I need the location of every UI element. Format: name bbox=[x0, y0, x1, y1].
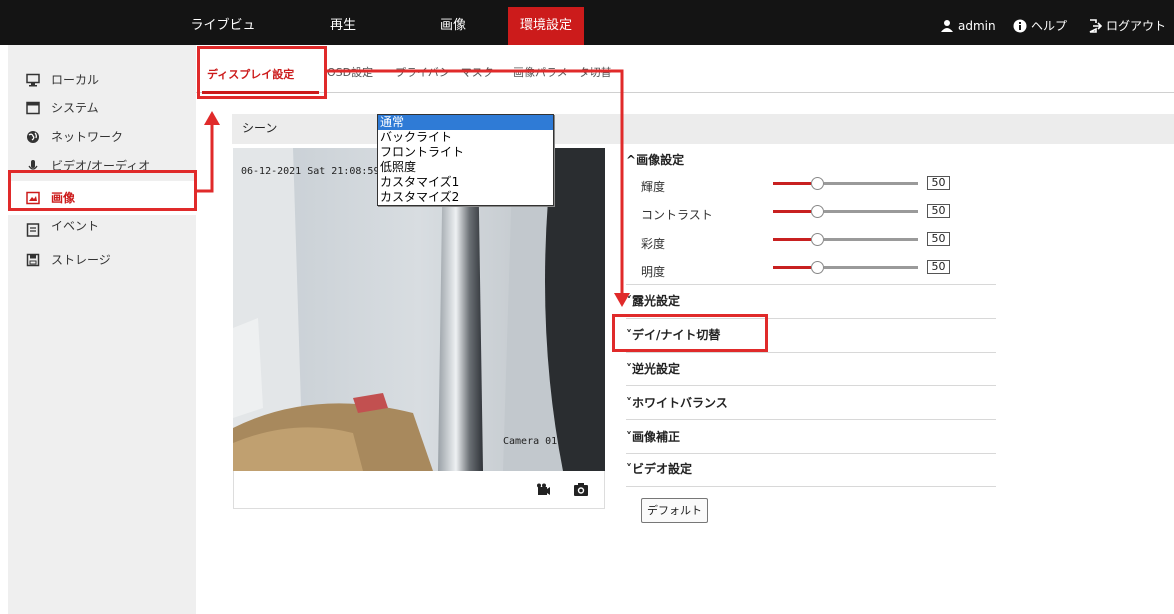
brightness-value[interactable]: 50 bbox=[927, 176, 950, 190]
nav-configuration[interactable]: 環境設定 bbox=[508, 7, 584, 45]
saturation-slider[interactable] bbox=[773, 233, 918, 246]
nav-playback[interactable]: 再生 bbox=[318, 7, 368, 45]
help-label: ヘルプ bbox=[1031, 19, 1068, 33]
contrast-value[interactable]: 50 bbox=[927, 204, 950, 218]
saturation-label: 彩度 bbox=[641, 237, 666, 251]
sidebar-item-label: ローカル bbox=[51, 73, 100, 87]
exposure-settings-header[interactable]: ˅露光設定 bbox=[626, 292, 996, 309]
tab-osd-settings[interactable]: OSD設定 bbox=[327, 58, 373, 92]
window-icon bbox=[26, 101, 40, 115]
image-settings-header[interactable]: ^画像設定 bbox=[626, 151, 996, 168]
annotation-box-display-tab bbox=[197, 46, 327, 99]
sidebar-item-system[interactable]: システム bbox=[8, 93, 196, 123]
sidebar-item-label: ネットワーク bbox=[51, 130, 124, 144]
sharpness-value[interactable]: 50 bbox=[927, 260, 950, 274]
scene-option[interactable]: 低照度 bbox=[378, 160, 553, 175]
white-balance-header[interactable]: ˅ホワイトバランス bbox=[626, 394, 996, 411]
monitor-icon bbox=[26, 73, 40, 87]
video-settings-header[interactable]: ˅ビデオ設定 bbox=[626, 460, 996, 477]
scene-option[interactable]: フロントライト bbox=[378, 145, 553, 160]
sidebar-item-local[interactable]: ローカル bbox=[8, 65, 196, 95]
user-icon bbox=[941, 20, 953, 32]
logout-link[interactable]: ログアウト bbox=[1088, 7, 1166, 45]
sidebar-item-label: システム bbox=[51, 101, 99, 115]
sharpness-label: 明度 bbox=[641, 265, 666, 279]
sidebar-item-label: ストレージ bbox=[51, 253, 111, 267]
sidebar-item-video-audio[interactable]: ビデオ/オーディオ bbox=[8, 151, 196, 171]
brightness-slider[interactable] bbox=[773, 177, 918, 190]
chevron-up-icon: ^ bbox=[626, 153, 637, 167]
annotation-box-image-menu bbox=[8, 170, 197, 211]
sidebar-item-network[interactable]: ネットワーク bbox=[8, 122, 196, 152]
record-icon[interactable] bbox=[535, 483, 551, 497]
scene-option[interactable]: カスタマイズ2 bbox=[378, 190, 553, 205]
scene-option[interactable]: バックライト bbox=[378, 130, 553, 145]
logout-label: ログアウト bbox=[1106, 19, 1167, 33]
backlight-settings-header[interactable]: ˅逆光設定 bbox=[626, 360, 996, 377]
section-divider bbox=[626, 385, 996, 386]
slider-knob[interactable] bbox=[811, 205, 824, 218]
help-link[interactable]: ヘルプ bbox=[1013, 7, 1067, 45]
section-divider bbox=[626, 419, 996, 420]
sidebar-item-label: イベント bbox=[51, 221, 100, 233]
section-divider bbox=[626, 352, 996, 353]
nav-picture[interactable]: 画像 bbox=[428, 7, 478, 45]
section-divider bbox=[626, 486, 996, 487]
osd-camera-name: Camera 01 bbox=[503, 436, 558, 447]
video-toolbar bbox=[233, 471, 605, 509]
scene-label: シーン bbox=[242, 121, 278, 135]
snapshot-icon[interactable] bbox=[573, 482, 589, 497]
top-navigation-bar: ライブビュー 再生 画像 環境設定 admin ヘルプ ログアウト bbox=[0, 0, 1174, 71]
saturation-value[interactable]: 50 bbox=[927, 232, 950, 246]
contrast-slider[interactable] bbox=[773, 205, 918, 218]
scene-option[interactable]: 通常 bbox=[378, 115, 553, 130]
logout-icon bbox=[1089, 19, 1103, 33]
sidebar-item-storage[interactable]: ストレージ bbox=[8, 245, 196, 275]
contrast-label: コントラスト bbox=[641, 208, 713, 222]
scene-bar: シーン bbox=[232, 114, 1174, 144]
disk-icon bbox=[26, 253, 40, 267]
list-icon bbox=[26, 223, 40, 237]
nav-live-view[interactable]: ライブビュー bbox=[190, 7, 256, 71]
globe-icon bbox=[27, 131, 39, 143]
sidebar-item-label: ビデオ/オーディオ bbox=[51, 159, 151, 171]
sidebar: ローカル システム ネットワーク ビデオ/オーディオ 画像 イベント ストレージ bbox=[8, 45, 196, 614]
section-divider bbox=[626, 284, 996, 285]
sidebar-item-event[interactable]: イベント bbox=[8, 221, 196, 237]
tab-privacy-mask[interactable]: プライバシーマスク bbox=[395, 58, 494, 92]
annotation-box-day-night bbox=[612, 314, 768, 352]
section-divider bbox=[626, 453, 996, 454]
brightness-label: 輝度 bbox=[641, 180, 666, 194]
slider-knob[interactable] bbox=[811, 261, 824, 274]
tab-image-parameter-switch[interactable]: 画像パラメータ切替 bbox=[513, 58, 612, 92]
image-enhancement-header[interactable]: ˅画像補正 bbox=[626, 428, 996, 445]
scene-dropdown-list[interactable]: 通常 バックライト フロントライト 低照度 カスタマイズ1 カスタマイズ2 bbox=[377, 114, 554, 206]
username: admin bbox=[958, 19, 996, 33]
sharpness-slider[interactable] bbox=[773, 261, 918, 274]
arrow-up-icon bbox=[204, 111, 220, 125]
slider-knob[interactable] bbox=[811, 233, 824, 246]
slider-knob[interactable] bbox=[811, 177, 824, 190]
tab-divider bbox=[196, 92, 1174, 93]
scene-option[interactable]: カスタマイズ1 bbox=[378, 175, 553, 190]
default-button[interactable]: デフォルト bbox=[641, 498, 708, 523]
user-menu[interactable]: admin bbox=[940, 7, 996, 45]
osd-timestamp: 06-12-2021 Sat 21:08:59 bbox=[241, 166, 380, 177]
info-icon bbox=[1013, 19, 1027, 33]
